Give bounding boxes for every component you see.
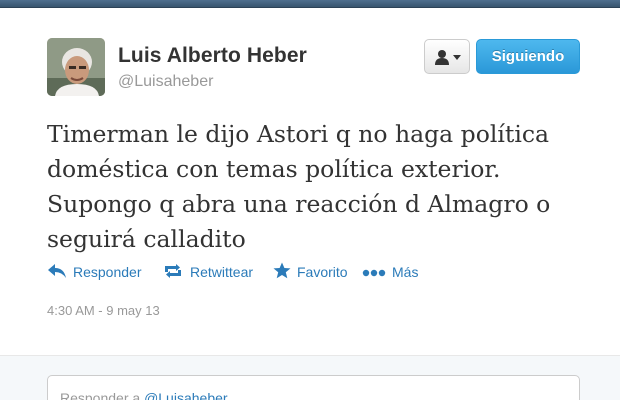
tweet-text: Timerman le dijo Astori q no haga políti… xyxy=(47,117,587,257)
avatar[interactable] xyxy=(47,38,105,96)
tweet-timestamp[interactable]: 4:30 AM - 9 may 13 xyxy=(47,303,160,318)
more-dots-icon xyxy=(362,264,386,280)
retweet-icon xyxy=(162,263,184,282)
tweet-text-line: Timerman le dijo Astori q no haga políti… xyxy=(47,120,550,148)
tweet-text-line: doméstica con temas política exterior. xyxy=(47,155,501,183)
user-handle[interactable]: @Luisaheber xyxy=(118,73,213,91)
more-button[interactable]: Más xyxy=(362,261,418,283)
star-icon xyxy=(273,262,291,282)
reply-label: Responder xyxy=(73,264,142,280)
avatar-photo xyxy=(47,38,105,96)
user-name[interactable]: Luis Alberto Heber xyxy=(118,44,307,68)
reply-mention: @Luisaheber xyxy=(144,390,228,400)
retweet-label: Retwittear xyxy=(190,264,254,280)
tweet-text-line: Supongo q abra una reacción d Almagro o xyxy=(47,190,551,218)
retweet-button[interactable]: Retwittear xyxy=(162,261,253,283)
top-bar xyxy=(0,0,620,8)
more-label: Más xyxy=(392,264,419,280)
reply-placeholder: Responder a xyxy=(60,390,145,400)
reply-icon xyxy=(47,263,67,282)
following-button[interactable]: Siguiendo xyxy=(476,39,580,74)
favorite-button[interactable]: Favorito xyxy=(273,261,348,283)
reply-input[interactable]: Responder a @Luisaheber xyxy=(47,375,580,400)
person-dropdown-icon xyxy=(435,50,461,65)
tweet-text-line: seguirá calladito xyxy=(47,225,246,253)
reply-button[interactable]: Responder xyxy=(47,261,142,283)
user-menu-button[interactable] xyxy=(424,39,470,74)
favorite-label: Favorito xyxy=(297,264,348,280)
